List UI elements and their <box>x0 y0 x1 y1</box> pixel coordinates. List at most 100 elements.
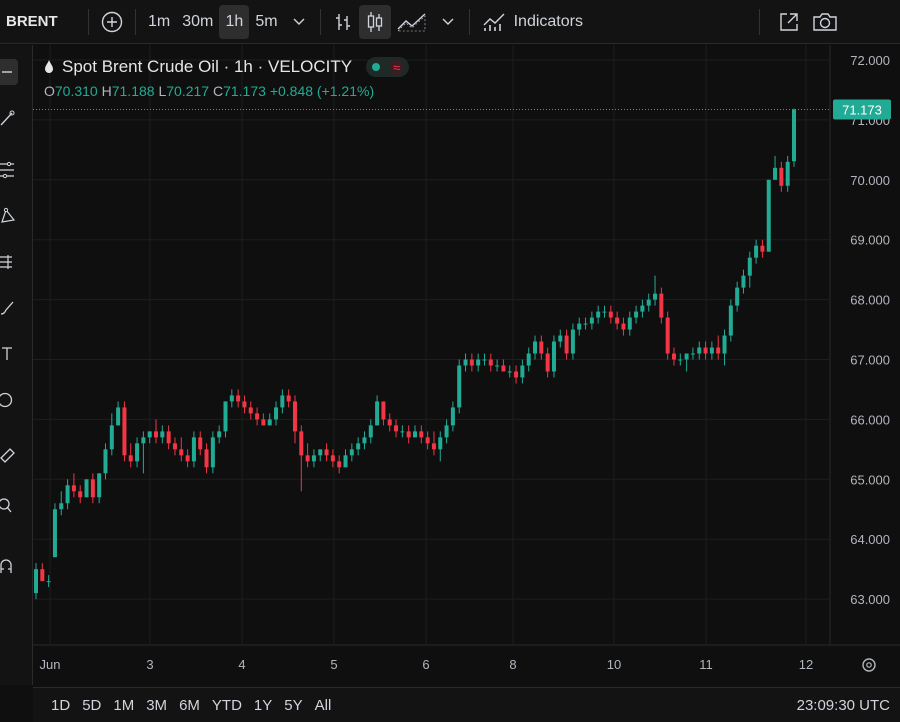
candle <box>450 401 455 432</box>
range-1y[interactable]: 1Y <box>254 697 272 714</box>
change-value: +0.848 (+1.21%) <box>269 83 375 99</box>
ruler-icon[interactable] <box>0 441 20 467</box>
emoji-icon[interactable] <box>0 387 20 413</box>
utc-clock[interactable]: 23:09:30 UTC <box>797 697 890 714</box>
indicators-button[interactable]: Indicators <box>476 5 589 39</box>
grid <box>33 45 900 646</box>
candle <box>431 431 436 456</box>
candle <box>286 389 291 408</box>
candle <box>52 503 57 558</box>
symbol-label[interactable]: BRENT <box>0 13 82 30</box>
chart-title[interactable]: Spot Brent Crude Oil · 1h · VELOCITY <box>62 57 352 77</box>
candle <box>608 305 613 324</box>
candle <box>337 455 342 474</box>
candle <box>84 479 89 498</box>
candle <box>387 413 392 432</box>
candle <box>135 437 140 468</box>
price-chart[interactable]: 72.00071.00070.00069.00068.00067.00066.0… <box>33 45 900 687</box>
candle <box>634 305 639 324</box>
range-6m[interactable]: 6M <box>179 697 200 714</box>
fullscreen-icon[interactable] <box>772 5 806 39</box>
fib-retracement-icon[interactable] <box>0 157 20 183</box>
candle <box>217 425 222 444</box>
indicators-label: Indicators <box>513 12 583 30</box>
x-tick-label: 5 <box>330 657 337 672</box>
candle <box>469 353 474 372</box>
magnet-icon[interactable] <box>0 553 20 579</box>
zoom-icon[interactable] <box>0 493 20 519</box>
candle <box>735 281 740 312</box>
top-toolbar: BRENT 1m 30m 1h 5m Indicators <box>0 0 900 44</box>
camera-icon[interactable] <box>806 5 844 39</box>
candle <box>90 473 95 504</box>
candle <box>551 335 556 378</box>
candle <box>671 347 676 366</box>
candle <box>141 431 146 474</box>
bar-style-icon[interactable] <box>327 5 359 39</box>
candle-style-icon[interactable] <box>358 4 391 39</box>
candle <box>722 329 727 366</box>
cursor-icon[interactable] <box>0 59 18 85</box>
area-style-icon[interactable] <box>391 5 433 39</box>
ohlc-values: O70.310 H71.188 L70.217 C71.173 +0.848 (… <box>44 83 409 99</box>
bottom-toolbar: 1D 5D 1M 3M 6M YTD 1Y 5Y All 23:09:30 UT… <box>33 687 900 722</box>
chart-legend: Spot Brent Crude Oil · 1h · VELOCITY ≈ O… <box>44 57 410 99</box>
candle <box>147 431 152 444</box>
candle <box>97 473 102 504</box>
brush-icon[interactable] <box>0 295 20 321</box>
candle <box>577 317 582 336</box>
range-all[interactable]: All <box>315 697 332 714</box>
candle <box>160 425 165 444</box>
market-open-dot <box>372 63 381 71</box>
candle <box>589 311 594 330</box>
interval-1m[interactable]: 1m <box>142 5 176 39</box>
candle <box>665 311 670 360</box>
candle <box>476 353 481 372</box>
range-5y[interactable]: 5Y <box>284 697 302 714</box>
candle <box>242 395 247 414</box>
chevron-down-icon[interactable] <box>433 5 463 39</box>
x-tick-label: 12 <box>799 657 813 672</box>
candle <box>627 311 632 336</box>
interval-1h[interactable]: 1h <box>219 4 250 39</box>
y-tick-label: 70.000 <box>850 173 890 188</box>
candle <box>191 431 196 468</box>
forecast-icon[interactable] <box>0 249 20 275</box>
wave-icon: ≈ <box>390 59 404 75</box>
add-symbol-icon[interactable] <box>95 5 129 39</box>
settings-gear-icon[interactable] <box>862 658 876 672</box>
range-ytd[interactable]: YTD <box>212 697 242 714</box>
candle <box>255 407 260 426</box>
range-5d[interactable]: 5D <box>82 697 101 714</box>
candle <box>154 419 159 444</box>
candle <box>583 317 588 330</box>
time-axis[interactable]: Jun 3 4 5 6 8 10 11 12 <box>40 657 876 672</box>
market-status-badge[interactable]: ≈ <box>366 57 410 77</box>
trend-line-icon[interactable] <box>0 105 20 131</box>
candle <box>526 347 531 372</box>
interval-5m[interactable]: 5m <box>249 5 283 39</box>
chevron-down-icon[interactable] <box>284 5 314 39</box>
price-axis[interactable]: 72.00071.00070.00069.00068.00067.00066.0… <box>850 53 890 607</box>
candle <box>766 179 771 252</box>
x-tick-label: 11 <box>699 657 713 672</box>
range-1d[interactable]: 1D <box>51 697 70 714</box>
candle <box>185 449 190 468</box>
candle <box>716 335 721 360</box>
candle <box>236 389 241 408</box>
candles <box>34 108 796 600</box>
interval-30m[interactable]: 30m <box>176 5 219 39</box>
range-3m[interactable]: 3M <box>146 697 167 714</box>
candle <box>703 341 708 360</box>
candle <box>343 449 348 468</box>
candle <box>356 437 361 456</box>
text-icon[interactable] <box>0 341 20 367</box>
range-1m[interactable]: 1M <box>113 697 134 714</box>
pattern-icon[interactable] <box>0 203 20 229</box>
y-tick-label: 64.000 <box>850 532 890 547</box>
candle <box>122 401 127 462</box>
candle <box>166 425 171 450</box>
candle <box>179 437 184 462</box>
candle <box>318 449 323 462</box>
close-label: C <box>212 83 224 99</box>
